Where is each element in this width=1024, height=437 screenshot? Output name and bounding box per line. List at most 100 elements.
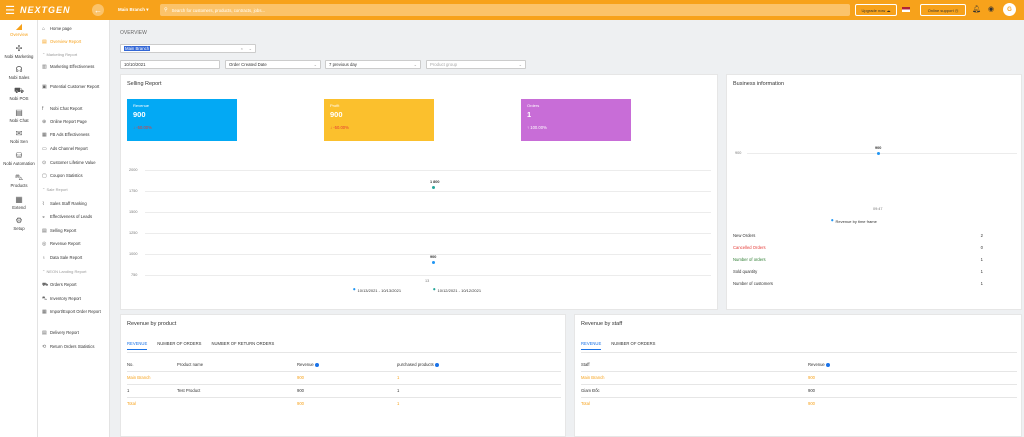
tab-number-of-orders[interactable]: NUMBER OF ORDERS (611, 341, 655, 350)
revenue-time-point[interactable] (877, 152, 880, 155)
subnav-section-marketing[interactable]: ⌃ Marketing Report (42, 52, 77, 57)
nav-item-pos[interactable]: ⛟ Nobi POS (0, 86, 38, 110)
subnav-item[interactable]: ▦ Import/Export Order Report (42, 309, 110, 316)
upgrade-button[interactable]: Upgrade now ☁ (855, 4, 897, 16)
col-header: Product name (177, 362, 204, 367)
orders-icon: ⛟ (42, 282, 49, 288)
col-header: Revenue (297, 362, 319, 367)
y-tick-label: 1000 (129, 252, 138, 256)
nav-item-automation[interactable]: ⛁ Nobi Automation (0, 151, 38, 175)
headset-icon: ☊ (15, 65, 23, 74)
subnav-item[interactable]: ▭ Ads Channel Report (42, 146, 110, 153)
global-search-input[interactable]: ⚲ Search for customers, products, contrac… (160, 4, 850, 16)
subnav-section-pos[interactable]: ⌃ NEON Landing Report (42, 269, 87, 274)
subnav-item[interactable]: ⊙ Customer Lifetime Value (42, 160, 110, 167)
date-type-select[interactable]: Order Created Date ⌄ (225, 60, 321, 69)
stat-row: Cancelled Orders 0 (733, 245, 983, 250)
table-cell: Giam Đốc (581, 388, 600, 393)
y-tick-label: 1250 (129, 231, 138, 235)
business-info-card: Business information 900 900 09:47 ⦁ Reve… (726, 74, 1022, 310)
subnav-item[interactable]: ♁ Data Sale Report (42, 255, 110, 262)
table-cell: 1 (397, 388, 400, 393)
search-icon: ⚲ (164, 7, 168, 13)
table-cell[interactable]: Test Product (177, 388, 200, 393)
facebook-ads-icon: ▦ (42, 132, 47, 138)
stat-row: Number of customers 1 (733, 281, 983, 286)
x-tick-label: 13 (425, 279, 430, 283)
back-arrow-icon[interactable]: ← (92, 4, 104, 16)
user-avatar[interactable]: G (1003, 3, 1016, 16)
subnav-item[interactable]: ◎ Revenue Report (42, 241, 110, 248)
table-cell[interactable]: Main Branch (127, 375, 151, 380)
series-b-point[interactable] (432, 185, 435, 189)
nav-item-setup[interactable]: ⚙ Setup (0, 216, 38, 240)
report-subnav: ⌂ Home page ▤ Overview Report ⌃ Marketing … (38, 20, 110, 437)
subnav-overview-report[interactable]: ▤ Overview Report (42, 39, 110, 46)
y-tick-label: 1500 (129, 210, 138, 214)
globe-icon: ⊕ (42, 119, 47, 125)
tab-revenue[interactable]: REVENUE (127, 341, 148, 350)
col-header: Revenue (808, 362, 830, 367)
nav-item-overview[interactable]: ◢ Overview (0, 22, 38, 46)
info-icon (825, 362, 830, 367)
primary-nav: ◢ Overview ✣ Nobi Marketing ☊ Nobi Sales ⛟ N… (0, 20, 38, 437)
tab-number-of-return-orders[interactable]: NUMBER OF RETURN ORDERS (211, 341, 274, 350)
legend-series-a[interactable]: ⦁ 10/13/2021 - 10/13/2021 (353, 287, 401, 293)
period-select[interactable]: 7 previous day ⌄ (325, 60, 421, 69)
subnav-item[interactable]: ◒ Effectiveness of Leads (42, 214, 110, 221)
subnav-item[interactable]: ▤ Selling Report (42, 228, 110, 235)
subnav-item[interactable]: ▢ Coupon Statistics (42, 173, 110, 180)
branch-selector[interactable]: Main Branch ▾ (118, 7, 149, 13)
app-logo[interactable]: NEXTGEN (20, 5, 88, 15)
stat-row: New Orders 2 (733, 233, 983, 238)
subnav-item[interactable]: ⛟ Orders Report (42, 282, 110, 289)
marketing-icon: ✣ (15, 44, 23, 53)
chevron-down-icon: ⌄ (313, 62, 317, 67)
import-export-icon: ▦ (42, 309, 47, 315)
bell-icon[interactable]: 🔔︎ (972, 5, 981, 13)
subnav-home[interactable]: ⌂ Home page (42, 26, 110, 33)
rss-icon[interactable]: ◉ (988, 5, 994, 13)
table-cell[interactable]: Main Branch (581, 375, 605, 380)
revenue-stat: Revenue 900 ↓ -50.00% (127, 99, 237, 141)
branch-filter-select[interactable]: Main Branch × ⌄ (120, 44, 256, 53)
subnav-section-sale[interactable]: ⌃ Sale Report (42, 187, 68, 192)
extend-icon: ▦ (15, 195, 23, 204)
table-cell: 1 (127, 388, 130, 393)
nav-item-products[interactable]: ⛍ Products (0, 173, 38, 197)
subnav-item[interactable]: ⟲ Return Orders Statistics (42, 344, 110, 351)
series-a-point[interactable] (432, 261, 435, 265)
subnav-item[interactable]: ▥ Marketing Effectiveness (42, 64, 110, 71)
product-group-select[interactable]: Product group ⌄ (426, 60, 526, 69)
series-a-point-label: 900 (430, 255, 437, 260)
table-cell: 900 (297, 388, 304, 393)
data-sale-icon: ♁ (42, 255, 46, 261)
subnav-item[interactable]: f Nobi Chat Report (42, 106, 110, 113)
revenue-by-staff-title: Revenue by staff (581, 321, 623, 327)
legend-revenue-time[interactable]: ⦁ Revenue by time frame (831, 218, 877, 224)
online-support-button[interactable]: Online support ◷ (920, 4, 966, 16)
language-flag-icon[interactable] (902, 7, 910, 12)
tab-number-of-orders[interactable]: NUMBER OF ORDERS (157, 341, 201, 350)
date-filter-input[interactable]: 10/10/2021 (120, 60, 220, 69)
subnav-item[interactable]: ▦ FB Ads Effectiveness (42, 132, 110, 139)
nav-item-sen[interactable]: ✉ Nobi Sen (0, 129, 38, 153)
subnav-item[interactable]: ⌇ Sales Staff Ranking (42, 201, 110, 208)
tab-revenue[interactable]: REVENUE (581, 341, 602, 350)
table-cell: Total (581, 401, 590, 406)
selling-report-title: Selling Report (127, 81, 162, 87)
leads-icon: ◒ (42, 214, 46, 220)
legend-series-b[interactable]: ⦁ 10/12/2021 - 10/12/2021 (433, 287, 481, 293)
home-icon: ⌂ (42, 26, 46, 32)
users-icon: ▣ (42, 84, 47, 90)
hamburger-menu-icon[interactable]: ☰ (0, 0, 20, 20)
coupon-icon: ▢ (42, 173, 47, 179)
subnav-item[interactable]: ▣ Potential Customer Report (42, 84, 110, 91)
subnav-item[interactable]: ▤ Delivery Report (42, 330, 110, 337)
subnav-item[interactable]: ⊕ Online Report Page (42, 119, 110, 126)
facebook-icon: f (42, 106, 44, 112)
subnav-item[interactable]: ⛍ Inventory Report (42, 296, 110, 303)
y-tick-label: 750 (131, 273, 138, 277)
products-icon: ⛍ (14, 173, 24, 182)
chevron-down-icon: ⌄ (518, 62, 522, 67)
